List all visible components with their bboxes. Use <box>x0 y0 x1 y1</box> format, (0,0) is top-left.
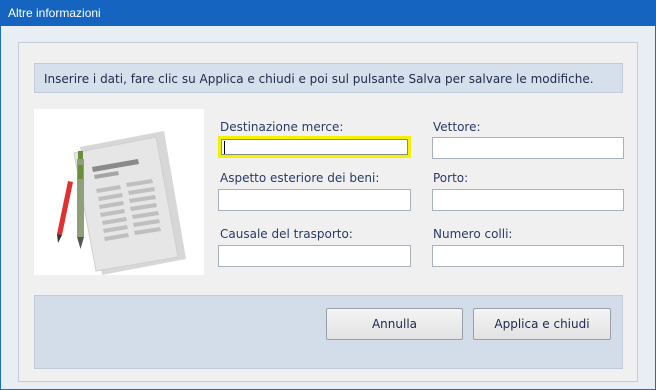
main-panel: Inserire i dati, fare clic su Applica e … <box>18 42 638 382</box>
porto-input[interactable] <box>432 189 624 211</box>
cancel-button[interactable]: Annulla <box>326 308 463 340</box>
causale-label: Causale del trasporto: <box>220 227 353 241</box>
colli-label: Numero colli: <box>433 227 513 241</box>
aspetto-label: Aspetto esteriore dei beni: <box>220 171 380 185</box>
info-text: Inserire i dati, fare clic su Applica e … <box>44 72 594 86</box>
aspetto-input[interactable] <box>218 189 411 211</box>
destinazione-input[interactable] <box>218 136 411 158</box>
document-with-pen-and-pencil-icon <box>57 131 186 275</box>
vettore-input[interactable] <box>432 137 624 159</box>
vettore-label: Vettore: <box>433 120 481 134</box>
destinazione-label: Destinazione merce: <box>220 120 344 134</box>
apply-and-close-button[interactable]: Applica e chiudi <box>473 308 611 340</box>
document-illustration <box>34 109 204 275</box>
text-caret <box>224 141 225 154</box>
porto-label: Porto: <box>433 171 469 185</box>
causale-input[interactable] <box>218 245 411 267</box>
window-title: Altre informazioni <box>8 6 101 20</box>
dialog-client-area: Inserire i dati, fare clic su Applica e … <box>1 26 655 389</box>
colli-input[interactable] <box>432 245 624 267</box>
title-bar: Altre informazioni <box>0 0 656 26</box>
info-bar: Inserire i dati, fare clic su Applica e … <box>34 63 623 93</box>
buttons-area: Annulla Applica e chiudi <box>34 295 623 369</box>
